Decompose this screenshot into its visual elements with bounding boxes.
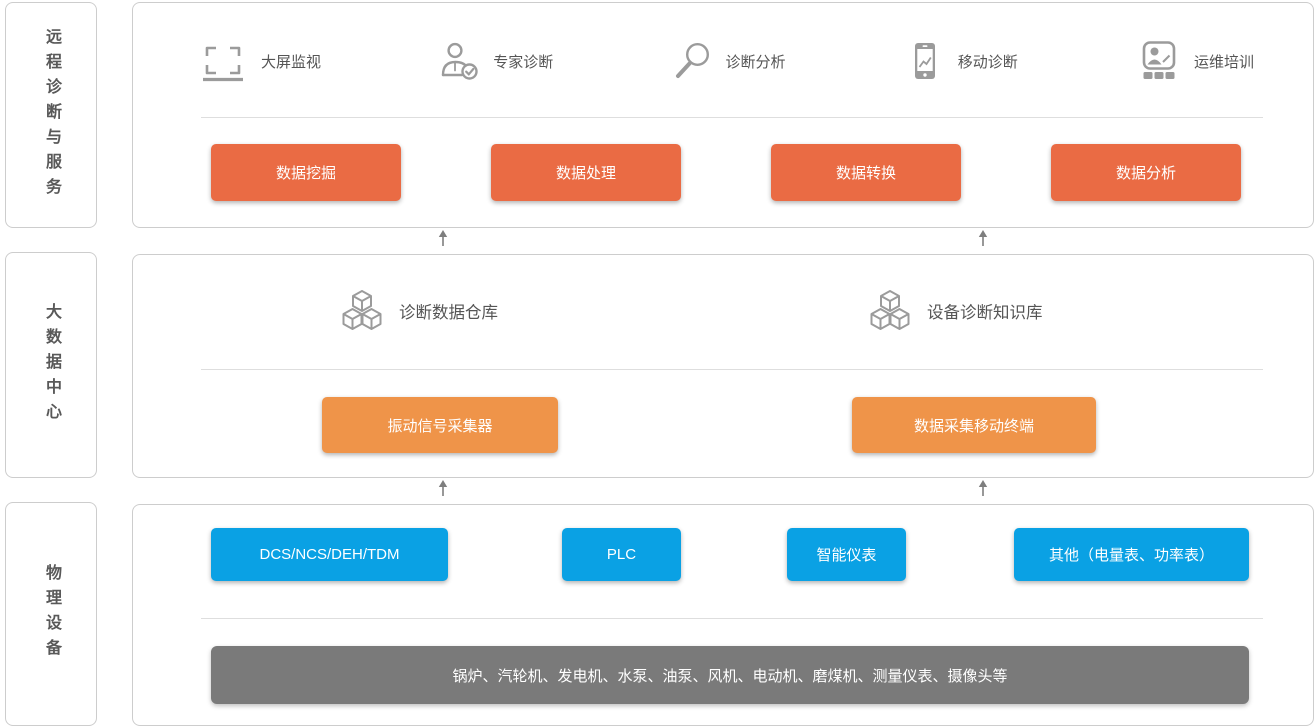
up-arrow-icon <box>437 229 449 247</box>
node-vibration-signal-collector[interactable]: 振动信号采集器 <box>322 397 558 453</box>
up-arrow-icon <box>977 479 989 497</box>
band-label-big-data-center: 大数据中心 <box>5 252 97 478</box>
store-label: 设备诊断知识库 <box>927 299 1043 323</box>
cubes-icon <box>869 290 911 332</box>
up-arrow-icon <box>437 479 449 497</box>
band-label-text: 物理设备 <box>39 564 63 664</box>
magnifier-icon <box>672 41 712 81</box>
physical-devices-band: DCS/NCS/DEH/TDM PLC 智能仪表 其他（电量表、功率表） 锅炉、… <box>132 504 1314 726</box>
service-label: 诊断分析 <box>725 51 785 72</box>
service-big-screen-monitoring: 大屏监视 <box>198 40 321 82</box>
service-icon-row: 大屏监视 专家诊断 诊断分析 <box>198 29 1254 93</box>
divider <box>201 117 1263 118</box>
screen-monitor-icon <box>198 40 248 82</box>
training-presentation-icon <box>1137 41 1181 81</box>
service-operation-training: 运维培训 <box>1137 41 1254 81</box>
band-label-physical-devices: 物理设备 <box>5 502 97 726</box>
node-data-analysis[interactable]: 数据分析 <box>1051 144 1241 201</box>
cubes-icon <box>341 290 383 332</box>
service-mobile-diagnosis: 移动诊断 <box>905 41 1018 81</box>
devices-list-bar: 锅炉、汽轮机、发电机、水泵、油泵、风机、电动机、磨煤机、测量仪表、摄像头等 <box>211 646 1249 704</box>
node-data-conversion[interactable]: 数据转换 <box>771 144 961 201</box>
service-label: 移动诊断 <box>958 51 1018 72</box>
data-process-button-row: 数据挖掘 数据处理 数据转换 数据分析 <box>211 144 1241 201</box>
band-label-text: 大数据中心 <box>39 303 63 428</box>
node-data-processing[interactable]: 数据处理 <box>491 144 681 201</box>
node-mobile-data-collection-terminal[interactable]: 数据采集移动终端 <box>852 397 1096 453</box>
store-equipment-knowledge-base: 设备诊断知识库 <box>869 281 1043 341</box>
service-label: 运维培训 <box>1194 51 1254 72</box>
node-other-meters[interactable]: 其他（电量表、功率表） <box>1014 528 1249 581</box>
up-arrow-icon <box>977 229 989 247</box>
store-label: 诊断数据仓库 <box>399 299 498 323</box>
node-dcs-ncs-deh-tdm[interactable]: DCS/NCS/DEH/TDM <box>211 528 448 581</box>
divider <box>201 618 1263 619</box>
node-plc[interactable]: PLC <box>562 528 681 581</box>
service-label: 专家诊断 <box>493 51 553 72</box>
divider <box>201 369 1263 370</box>
service-diagnosis-analysis: 诊断分析 <box>672 41 785 81</box>
remote-diagnosis-band: 大屏监视 专家诊断 诊断分析 <box>132 2 1314 228</box>
big-data-center-band: 诊断数据仓库 设备诊断知识库 振动信号采集器 数据采集移动终端 <box>132 254 1314 478</box>
mobile-chart-icon <box>905 41 945 81</box>
band-label-remote-diagnosis: 远程诊断与服务 <box>5 2 97 228</box>
expert-user-check-icon <box>440 41 480 81</box>
node-smart-instruments[interactable]: 智能仪表 <box>787 528 906 581</box>
band-label-text: 远程诊断与服务 <box>39 28 63 203</box>
service-expert-diagnosis: 专家诊断 <box>440 41 553 81</box>
node-data-mining[interactable]: 数据挖掘 <box>211 144 401 201</box>
store-diagnosis-data-warehouse: 诊断数据仓库 <box>341 281 498 341</box>
service-label: 大屏监视 <box>261 51 321 72</box>
